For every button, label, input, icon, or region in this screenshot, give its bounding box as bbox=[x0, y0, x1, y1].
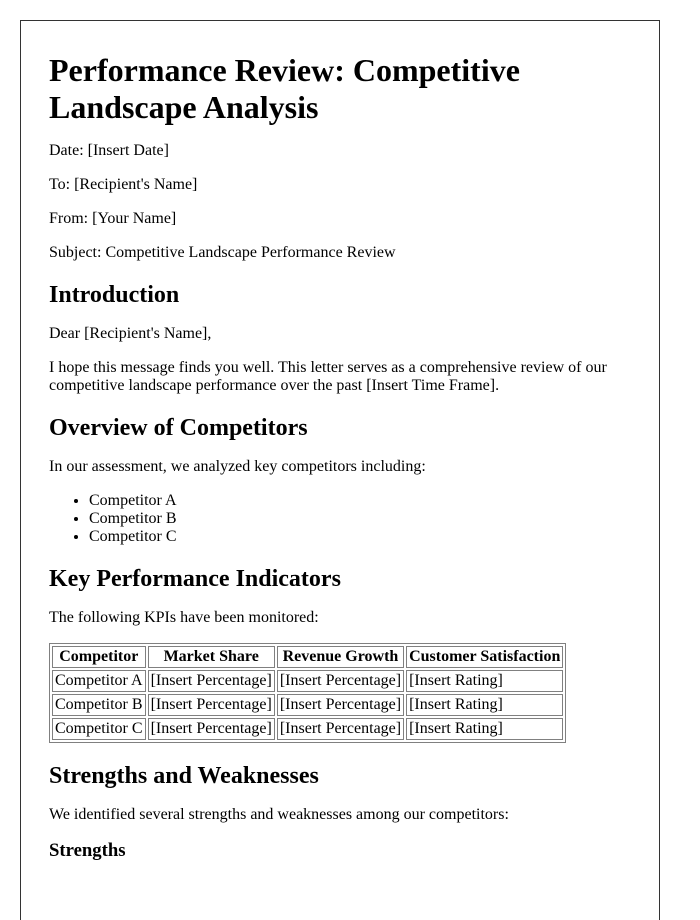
cell-market-share: [Insert Percentage] bbox=[147, 718, 275, 740]
meta-subject: Subject: Competitive Landscape Performan… bbox=[49, 244, 396, 261]
competitor-list-item: Competitor A bbox=[89, 492, 631, 510]
introduction-heading: Introduction bbox=[49, 282, 180, 308]
overview-intro: In our assessment, we analyzed key compe… bbox=[49, 458, 426, 475]
cell-market-share: [Insert Percentage] bbox=[147, 694, 275, 716]
cell-competitor: Competitor B bbox=[52, 694, 146, 716]
salutation: Dear [Recipient's Name], bbox=[49, 325, 212, 342]
table-row: Competitor C [Insert Percentage] [Insert… bbox=[52, 718, 564, 740]
cell-revenue-growth: [Insert Percentage] bbox=[276, 670, 405, 692]
table-row: Competitor A [Insert Percentage] [Insert… bbox=[52, 670, 564, 692]
letter-container: Performance Review: Competitive Landscap… bbox=[20, 20, 660, 920]
cell-competitor: Competitor C bbox=[52, 718, 146, 740]
competitor-list-item: Competitor B bbox=[89, 510, 631, 528]
kpi-heading: Key Performance Indicators bbox=[49, 566, 341, 592]
competitor-list-item: Competitor C bbox=[89, 528, 631, 546]
header-revenue-growth: Revenue Growth bbox=[276, 646, 405, 668]
cell-revenue-growth: [Insert Percentage] bbox=[276, 718, 405, 740]
cell-customer-satisfaction: [Insert Rating] bbox=[406, 670, 564, 692]
cell-customer-satisfaction: [Insert Rating] bbox=[406, 694, 564, 716]
kpi-intro: The following KPIs have been monitored: bbox=[49, 609, 319, 626]
kpi-table: Competitor Market Share Revenue Growth C… bbox=[49, 643, 567, 743]
table-header-row: Competitor Market Share Revenue Growth C… bbox=[52, 646, 564, 668]
meta-date: Date: [Insert Date] bbox=[49, 142, 169, 159]
letter-meta: Date: [Insert Date] To: [Recipient's Nam… bbox=[49, 142, 631, 262]
cell-customer-satisfaction: [Insert Rating] bbox=[406, 718, 564, 740]
header-customer-satisfaction: Customer Satisfaction bbox=[406, 646, 564, 668]
strengths-weaknesses-heading: Strengths and Weaknesses bbox=[49, 763, 319, 789]
strengths-weaknesses-intro: We identified several strengths and weak… bbox=[49, 806, 509, 823]
cell-revenue-growth: [Insert Percentage] bbox=[276, 694, 405, 716]
header-competitor: Competitor bbox=[52, 646, 146, 668]
cell-competitor: Competitor A bbox=[52, 670, 146, 692]
meta-to: To: [Recipient's Name] bbox=[49, 176, 198, 193]
table-row: Competitor B [Insert Percentage] [Insert… bbox=[52, 694, 564, 716]
introduction-body: I hope this message finds you well. This… bbox=[49, 359, 607, 394]
header-market-share: Market Share bbox=[147, 646, 275, 668]
overview-heading: Overview of Competitors bbox=[49, 415, 308, 441]
competitor-list: Competitor A Competitor B Competitor C bbox=[49, 492, 631, 546]
meta-from: From: [Your Name] bbox=[49, 210, 177, 227]
cell-market-share: [Insert Percentage] bbox=[147, 670, 275, 692]
document-title: Performance Review: Competitive Landscap… bbox=[49, 52, 520, 125]
strengths-heading: Strengths bbox=[49, 840, 126, 861]
